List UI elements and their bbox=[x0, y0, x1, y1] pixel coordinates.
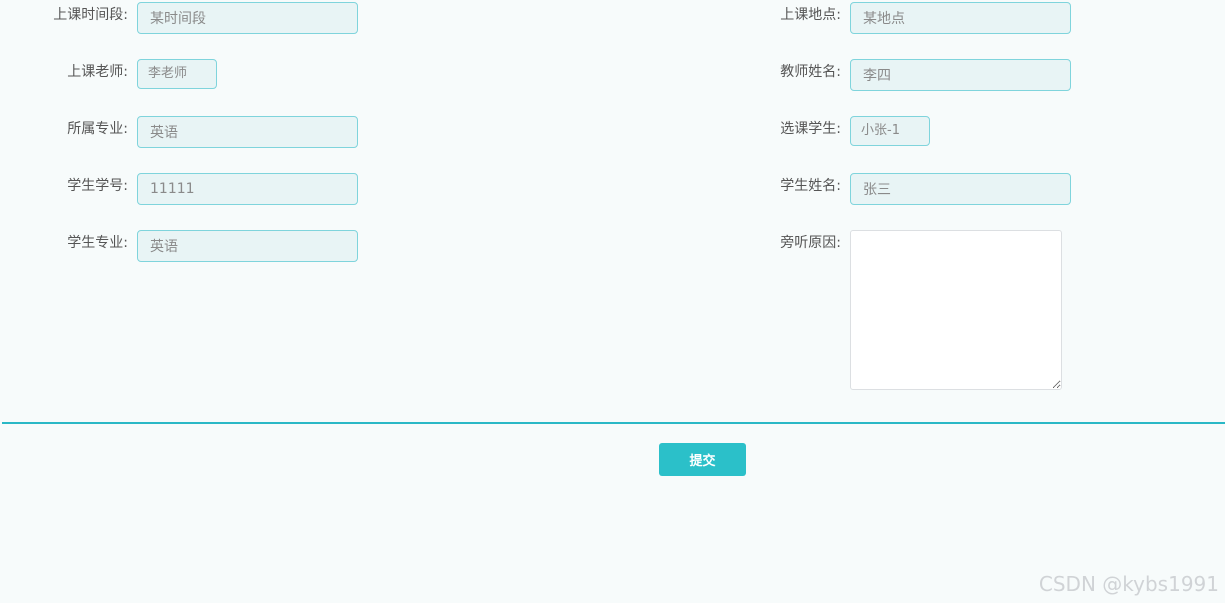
major-label: 所属专业: bbox=[67, 121, 128, 137]
class-location-label: 上课地点: bbox=[780, 7, 841, 23]
audit-reason-textarea[interactable] bbox=[850, 230, 1062, 390]
student-id-input[interactable] bbox=[137, 173, 358, 205]
class-time-label: 上课时间段: bbox=[53, 7, 128, 23]
class-location-input[interactable] bbox=[850, 2, 1071, 34]
selected-student-label: 选课学生: bbox=[780, 121, 841, 137]
audit-application-form: 上课时间段: 上课老师: 李老师 所属专业: 学生学号: 学生专业: 上课地点:… bbox=[0, 0, 1225, 603]
student-name-label: 学生姓名: bbox=[780, 178, 841, 194]
student-id-label: 学生学号: bbox=[67, 178, 128, 194]
submit-button[interactable]: 提交 bbox=[659, 443, 746, 476]
student-major-input[interactable] bbox=[137, 230, 358, 262]
selected-student-select[interactable]: 小张-1 bbox=[850, 116, 930, 146]
class-teacher-label: 上课老师: bbox=[67, 64, 128, 80]
teacher-name-label: 教师姓名: bbox=[780, 64, 841, 80]
major-input[interactable] bbox=[137, 116, 358, 148]
student-name-input[interactable] bbox=[850, 173, 1071, 205]
watermark-text: CSDN @kybs1991 bbox=[1038, 572, 1219, 596]
teacher-name-input[interactable] bbox=[850, 59, 1071, 91]
form-divider bbox=[2, 422, 1225, 424]
class-time-input[interactable] bbox=[137, 2, 358, 34]
student-major-label: 学生专业: bbox=[67, 235, 128, 251]
class-teacher-select[interactable]: 李老师 bbox=[137, 59, 217, 89]
audit-reason-label: 旁听原因: bbox=[780, 235, 841, 251]
